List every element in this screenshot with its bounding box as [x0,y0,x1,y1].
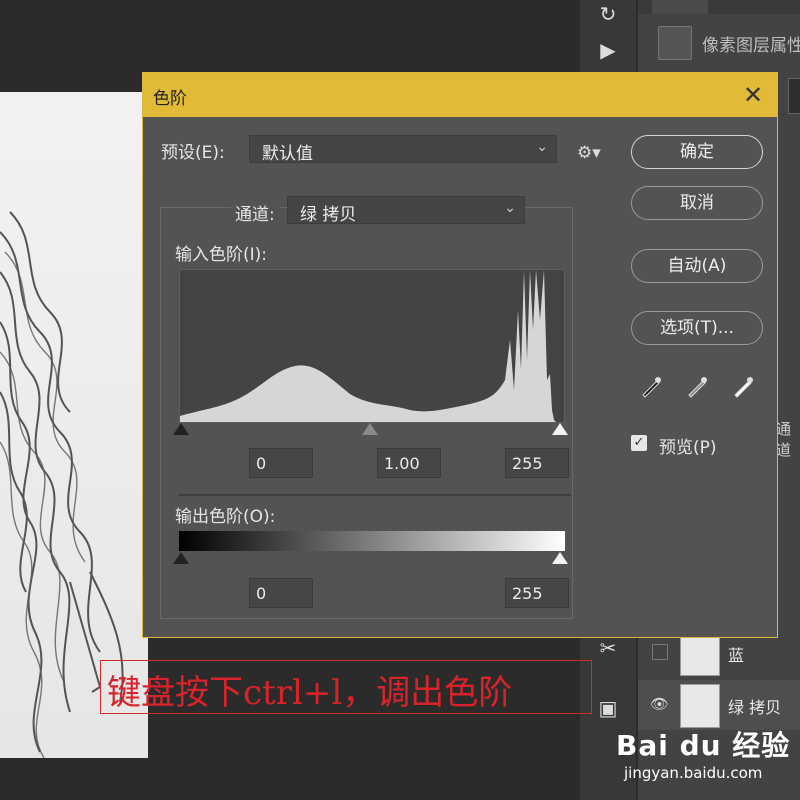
caption-text: 键盘按下ctrl+l，调出色阶 [107,673,513,713]
preset-select[interactable]: 默认值 ⌄ [249,135,557,164]
white-eyedropper-icon[interactable] [731,373,755,399]
play-action-icon[interactable]: ▶ [594,36,622,64]
layer-name: 绿 拷贝 [728,698,782,717]
gear-icon[interactable]: ⚙▾ [577,143,601,163]
options-button[interactable]: 选项(T)... [631,311,763,345]
baidu-watermark: Bai du 经验 jingyan.baidu.com [608,722,798,792]
pixel-layer-icon [658,26,692,60]
black-eyedropper-icon[interactable] [639,373,663,399]
visibility-toggle[interactable] [652,644,668,660]
watermark-logo: Bai du 经验 [616,729,791,762]
input-gamma-field[interactable]: 1.00 [377,448,441,478]
history-icon[interactable]: ↻ [594,0,622,28]
output-slider[interactable] [173,552,568,570]
panel-tab[interactable] [652,0,708,14]
cancel-button[interactable]: 取消 [631,186,763,220]
hair-illustration [0,211,124,758]
eye-icon[interactable]: 👁 [650,695,669,713]
auto-button[interactable]: 自动(A) [631,249,763,283]
watermark-url: jingyan.baidu.com [624,764,763,782]
preview-checkbox[interactable]: ✓ [631,435,647,451]
histogram-graph [180,270,556,422]
layer-name: 蓝 [728,646,745,665]
preset-label: 预设(E): [161,143,225,163]
levels-dialog: 色阶 ✕ 预设(E): 默认值 ⌄ ⚙▾ 通道: 绿 拷贝 ⌄ 输入色阶(I):… [142,72,778,638]
output-levels-label: 输出色阶(O): [175,507,276,527]
input-slider[interactable] [173,423,568,441]
panel-search-field[interactable] [788,78,800,114]
input-black-field[interactable]: 0 [249,448,313,478]
channel-label: 通道: [231,200,279,225]
input-levels-label: 输入色阶(I): [175,245,268,265]
preview-label: 预览(P) [659,438,717,458]
output-gradient [179,531,565,551]
preset-value: 默认值 [262,144,313,164]
output-black-field[interactable]: 0 [249,578,313,608]
properties-row: 像素图层属性 [638,22,800,62]
channel-select[interactable]: 绿 拷贝 ⌄ [287,196,525,225]
ok-button[interactable]: 确定 [631,135,763,169]
channel-label-fragment: 通道 [776,420,792,459]
scissors-icon[interactable]: ✂ [594,634,622,662]
channel-value: 绿 拷贝 [300,205,357,225]
close-icon[interactable]: ✕ [739,81,767,109]
dialog-title: 色阶 [153,89,187,109]
properties-title: 像素图层属性 [702,36,800,56]
mask-icon[interactable]: ▣ [594,694,622,722]
gamma-handle[interactable] [362,423,378,435]
black-point-handle[interactable] [173,423,189,435]
canvas-photo [0,92,148,758]
gray-eyedropper-icon[interactable] [685,373,709,399]
input-white-field[interactable]: 255 [505,448,569,478]
output-white-field[interactable]: 255 [505,578,569,608]
layer-thumbnail [680,632,720,676]
output-white-handle[interactable] [552,552,568,564]
divider [179,494,571,496]
histogram [179,269,565,423]
chevron-down-icon: ⌄ [536,139,548,155]
output-black-handle[interactable] [173,552,189,564]
instruction-caption: 键盘按下ctrl+l，调出色阶 [100,660,592,714]
dialog-titlebar[interactable]: 色阶 ✕ [143,73,777,117]
white-point-handle[interactable] [552,423,568,435]
chevron-down-icon: ⌄ [504,200,516,216]
